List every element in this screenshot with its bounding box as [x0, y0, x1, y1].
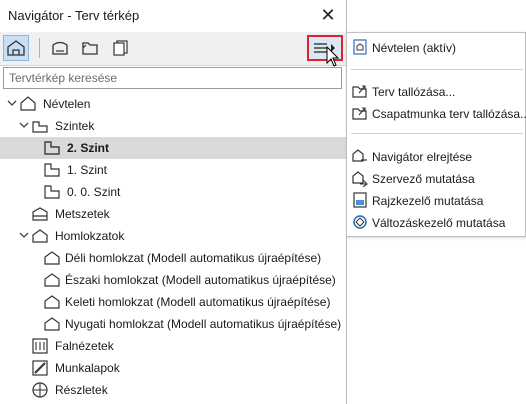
menu-label: Változáskezelő mutatása	[372, 216, 506, 230]
tree-label-story: 1. Szint	[67, 163, 108, 177]
menu-label: Navigátor elrejtése	[372, 150, 473, 164]
tree-item-elevation[interactable]: Déli homlokzat (Modell automatikus újraé…	[0, 247, 346, 269]
elevation-icon	[44, 273, 60, 287]
change-manager-icon	[353, 215, 367, 229]
mouse-cursor-icon	[326, 46, 340, 67]
menu-label: Szervező mutatása	[372, 172, 475, 186]
tree-label-root: Névtelen	[43, 97, 91, 111]
tree-item-worksheets[interactable]: Munkalapok	[0, 357, 346, 379]
elevation-icon	[32, 229, 48, 243]
chevron-down-icon[interactable]	[6, 97, 18, 109]
detail-icon	[32, 382, 48, 398]
tree-item-elevations[interactable]: Homlokzatok	[0, 225, 346, 247]
story-icon	[44, 185, 60, 199]
tree-item-stories[interactable]: Szintek	[0, 115, 346, 137]
menu-item-active-project[interactable]: Névtelen (aktív)	[347, 37, 525, 59]
menu-item-hide-navigator[interactable]: Navigátor elrejtése	[347, 146, 525, 168]
chevron-down-icon[interactable]	[18, 229, 30, 241]
drawing-manager-icon	[353, 192, 367, 208]
title-bar: Navigátor - Terv térkép ✕	[0, 0, 346, 32]
publisher-sets-button[interactable]	[107, 35, 133, 61]
section-icon	[32, 207, 48, 221]
menu-label: Csapatmunka terv tallózása...	[372, 107, 526, 121]
tree-item-root[interactable]: Névtelen	[0, 93, 346, 115]
tree-item-elevation[interactable]: Északi homlokzat (Modell automatikus újr…	[0, 269, 346, 291]
window-title: Navigátor - Terv térkép	[8, 8, 140, 23]
active-project-icon	[353, 39, 367, 55]
tree-label-story: 2. Szint	[67, 141, 110, 155]
toolbar-separator	[39, 38, 40, 58]
tree-label-elevations: Homlokzatok	[55, 229, 125, 243]
menu-item-browse-teamwork[interactable]: Csapatmunka terv tallózása...	[347, 103, 526, 125]
view-map-button[interactable]	[47, 35, 73, 61]
menu-item-browse-project[interactable]: Terv tallózása...	[347, 81, 525, 103]
tree-item-story-0[interactable]: 0. 0. Szint	[0, 181, 346, 203]
teamwork-folder-icon	[352, 107, 367, 120]
search-input[interactable]	[3, 67, 342, 89]
elevation-icon	[44, 251, 60, 265]
tree-label-sections: Metszetek	[55, 207, 110, 221]
project-house-icon	[20, 96, 36, 111]
tree-label-interior-elevations: Falnézetek	[55, 339, 114, 353]
folder-link-icon	[82, 42, 98, 55]
tree-label-elevation: Keleti homlokzat (Modell automatikus újr…	[65, 295, 331, 309]
menu-label: Terv tallózása...	[372, 85, 456, 99]
menu-item-show-drawing-manager[interactable]: Rajzkezelő mutatása	[347, 190, 525, 212]
menu-label: Névtelen (aktív)	[372, 41, 457, 55]
home-plan-icon	[7, 40, 25, 56]
hide-navigator-icon	[352, 149, 367, 162]
tree-item-sections[interactable]: Metszetek	[0, 203, 346, 225]
tree-item-story-1[interactable]: 1. Szint	[0, 159, 346, 181]
tree-label-story: 0. 0. Szint	[67, 185, 121, 199]
layout-book-icon	[52, 41, 68, 55]
layout-book-button[interactable]	[77, 35, 103, 61]
tree-label-elevation: Nyugati homlokzat (Modell automatikus új…	[65, 317, 342, 331]
menu-label: Rajzkezelő mutatása	[372, 194, 484, 208]
interior-elevation-icon	[32, 338, 48, 354]
tree-item-elevation[interactable]: Nyugati homlokzat (Modell automatikus új…	[0, 313, 346, 335]
publisher-sets-icon	[113, 40, 128, 56]
tree-item-details[interactable]: Részletek	[0, 379, 346, 401]
menu-item-show-organizer[interactable]: Szervező mutatása	[347, 168, 525, 190]
elevation-icon	[44, 317, 60, 331]
navigator-dropdown-menu: Névtelen (aktív) Terv tallózása... Csapa…	[346, 32, 526, 237]
tree-label-elevation: Északi homlokzat (Modell automatikus újr…	[65, 273, 336, 287]
stories-icon	[32, 121, 48, 133]
close-icon[interactable]: ✕	[318, 5, 338, 25]
tree-label-elevation: Déli homlokzat (Modell automatikus újraé…	[65, 251, 322, 265]
worksheet-icon	[32, 360, 48, 376]
chevron-down-icon[interactable]	[18, 119, 30, 131]
tree-label-details: Részletek	[55, 383, 108, 397]
menu-separator	[351, 69, 523, 70]
navigator-panel: Navigátor - Terv térkép ✕ Tervtérkép ker…	[0, 0, 347, 404]
tree-item-interior-elevations[interactable]: Falnézetek	[0, 335, 346, 357]
browse-folder-icon	[352, 85, 367, 98]
tree-label-stories: Szintek	[55, 119, 95, 133]
tree-label-worksheets: Munkalapok	[55, 361, 120, 375]
menu-item-show-change-manager[interactable]: Változáskezelő mutatása	[347, 212, 525, 234]
navigator-toolbar	[0, 32, 346, 66]
menu-separator	[351, 133, 523, 134]
story-icon	[44, 163, 60, 177]
project-map-button[interactable]	[3, 35, 29, 61]
organizer-icon	[352, 171, 368, 187]
tree-item-elevation[interactable]: Keleti homlokzat (Modell automatikus újr…	[0, 291, 346, 313]
story-icon	[44, 141, 60, 155]
elevation-icon	[44, 295, 60, 309]
tree-item-story-2[interactable]: 2. Szint	[0, 137, 346, 159]
